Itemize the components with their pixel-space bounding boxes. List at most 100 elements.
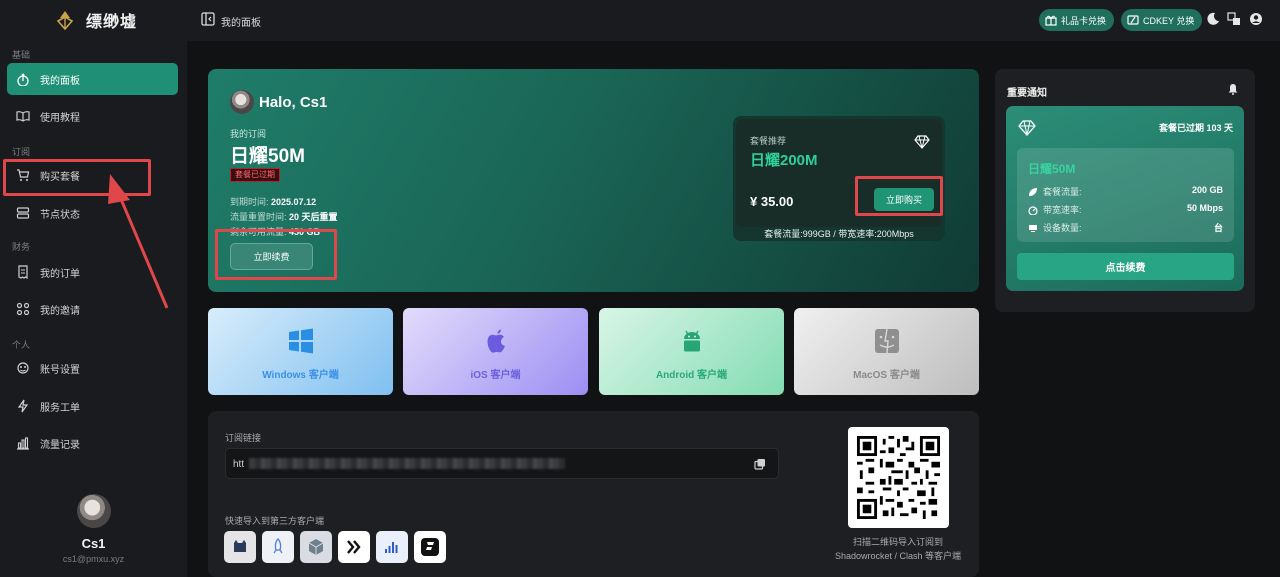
greeting: Halo, Cs1 bbox=[259, 94, 328, 111]
client-label: iOS 客户端 bbox=[470, 370, 521, 381]
notice-row-traffic: 套餐流量: 200 GB bbox=[1028, 185, 1223, 198]
sidebar-item-label: 流量记录 bbox=[40, 439, 80, 451]
receipt-icon bbox=[18, 265, 28, 279]
bolt-icon bbox=[17, 399, 29, 413]
sidebar-item-account-settings[interactable]: 账号设置 bbox=[7, 352, 178, 384]
client-label: Windows 客户端 bbox=[262, 370, 339, 381]
section-label-subscribe: 订阅 bbox=[12, 147, 31, 157]
avatar[interactable] bbox=[76, 494, 111, 528]
brand-name: 缥缈墟 bbox=[86, 14, 138, 31]
section-label-basic: 基础 bbox=[12, 50, 31, 60]
windows-client-card[interactable]: Windows 客户端 bbox=[208, 308, 393, 395]
expired-days-text: 套餐已过期 103 天 bbox=[1158, 123, 1233, 133]
sidebar-item-dashboard[interactable]: 我的面板 bbox=[7, 63, 178, 95]
notice-title: 重要通知 bbox=[1007, 88, 1047, 99]
macos-client-card[interactable]: MacOS 客户端 bbox=[794, 308, 979, 395]
finder-icon bbox=[874, 328, 899, 354]
sidebar-item-tutorial[interactable]: 使用教程 bbox=[7, 100, 178, 132]
quick-import-label: 快速导入到第三方客户端 bbox=[225, 516, 325, 526]
redacted-link bbox=[249, 458, 565, 469]
click-renew-button[interactable]: 点击续费 bbox=[1017, 253, 1234, 280]
import-stash-button[interactable] bbox=[376, 531, 408, 563]
qr-caption: 扫描二维码导入订阅到 Shadowrocket / Clash 等客户端 bbox=[818, 535, 978, 563]
sidebar-collapse-icon[interactable] bbox=[201, 12, 215, 26]
import-shadowrocket-button[interactable] bbox=[262, 531, 294, 563]
reset-info: 流量重置时间: 20 天后重置 bbox=[230, 212, 338, 222]
sidebar-item-tickets[interactable]: 服务工单 bbox=[7, 390, 178, 422]
dark-mode-icon[interactable] bbox=[1206, 12, 1220, 26]
rocket-icon bbox=[273, 538, 283, 554]
copy-icon[interactable] bbox=[754, 458, 766, 470]
user-menu-icon[interactable] bbox=[1249, 12, 1263, 26]
subscription-link-text: htt bbox=[233, 459, 245, 470]
sidebar-item-label: 我的订单 bbox=[40, 268, 80, 280]
sidebar-item-label: 我的邀请 bbox=[40, 305, 80, 317]
android-client-card[interactable]: Android 客户端 bbox=[599, 308, 784, 395]
brand[interactable]: 缥缈墟 bbox=[54, 8, 137, 32]
loon-icon bbox=[421, 538, 439, 556]
device-icon bbox=[1029, 224, 1037, 232]
recommend-label: 套餐推荐 bbox=[750, 136, 787, 146]
sidebar-item-label: 使用教程 bbox=[40, 112, 80, 124]
notice-row-bandwidth: 带宽速率: 50 Mbps bbox=[1028, 203, 1223, 216]
import-surge-button[interactable] bbox=[338, 531, 370, 563]
profile-username: Cs1 bbox=[81, 536, 106, 551]
speed-icon bbox=[1028, 205, 1038, 215]
notice-row-devices: 设备数量: 台 bbox=[1028, 221, 1223, 234]
gift-card-button[interactable]: 礼品卡兑换 bbox=[1039, 9, 1115, 31]
qr-code-icon bbox=[857, 436, 940, 519]
notice-plan-box: 日耀50M 套餐流量: 200 GB 带宽速率: 50 Mbps 设备数量: 台 bbox=[1017, 148, 1234, 242]
status-badge: 套餐已过期 bbox=[230, 168, 280, 182]
my-subscription-label: 我的订阅 bbox=[230, 129, 267, 139]
cat-icon bbox=[234, 540, 246, 552]
bar-chart-icon bbox=[17, 437, 29, 450]
cube-icon bbox=[308, 539, 324, 555]
user-profile[interactable]: Cs1 cs1@pmxu.xyz bbox=[0, 494, 187, 564]
brand-logo-icon bbox=[56, 11, 74, 31]
notice-card: 套餐已过期 103 天 日耀50M 套餐流量: 200 GB 带宽速率: 50 … bbox=[1006, 106, 1244, 291]
client-label: MacOS 客户端 bbox=[853, 370, 920, 381]
highlight-box-renew bbox=[215, 229, 337, 280]
avatar bbox=[230, 90, 254, 114]
gift-card-label: 礼品卡兑换 bbox=[1061, 15, 1107, 26]
import-clash-button[interactable] bbox=[224, 531, 256, 563]
important-notice-panel: 重要通知 套餐已过期 103 天 日耀50M 套餐流量: 200 GB 带宽速率… bbox=[995, 69, 1255, 312]
notice-plan-name: 日耀50M bbox=[1028, 162, 1076, 176]
client-label: Android 客户端 bbox=[655, 370, 728, 381]
top-header: 我的面板 礼品卡兑换 CDKEY 兑换 bbox=[187, 0, 1280, 41]
import-quantumult-button[interactable] bbox=[300, 531, 332, 563]
ios-client-card[interactable]: iOS 客户端 bbox=[403, 308, 588, 395]
sidebar-item-label: 节点状态 bbox=[40, 209, 80, 221]
server-icon bbox=[16, 207, 30, 219]
diamond-icon bbox=[914, 135, 930, 149]
recommend-plan-name: 日耀200M bbox=[750, 152, 818, 169]
language-icon[interactable] bbox=[1227, 12, 1241, 26]
import-loon-button[interactable] bbox=[414, 531, 446, 563]
sidebar-item-traffic-log[interactable]: 流量记录 bbox=[7, 427, 178, 459]
qr-caption-line-2: Shadowrocket / Clash 等客户端 bbox=[834, 551, 962, 561]
gift-icon bbox=[1045, 15, 1057, 26]
expire-info: 到期时间: 2025.07.12 bbox=[230, 197, 317, 207]
highlight-box-buy bbox=[855, 176, 943, 216]
apple-icon bbox=[487, 329, 505, 353]
subscription-link-panel: 订阅链接 htt 快速导入到第三方客户端 扫描二维码导入订阅到 Shadowro… bbox=[208, 411, 979, 577]
user-gear-icon bbox=[17, 362, 29, 374]
qr-caption-line-1: 扫描二维码导入订阅到 bbox=[852, 537, 943, 547]
diamond-icon bbox=[1018, 120, 1036, 136]
current-plan-name: 日耀50M bbox=[230, 146, 305, 167]
section-label-finance: 财务 bbox=[12, 242, 31, 252]
annotation-arrow-icon bbox=[108, 174, 169, 309]
sidebar-item-label: 账号设置 bbox=[40, 364, 80, 376]
bell-icon[interactable] bbox=[1227, 83, 1239, 95]
subscription-qr-code bbox=[848, 427, 949, 528]
recommend-price: ¥ 35.00 bbox=[750, 194, 794, 209]
book-icon bbox=[16, 111, 30, 122]
recommend-spec: 套餐流量:999GB / 带宽速率:200Mbps bbox=[764, 229, 914, 239]
profile-email: cs1@pmxu.xyz bbox=[62, 554, 125, 564]
subscription-link-field[interactable]: htt bbox=[225, 448, 779, 479]
leaf-icon bbox=[1029, 187, 1037, 196]
subscription-link-label: 订阅链接 bbox=[225, 433, 262, 443]
cdkey-button[interactable]: CDKEY 兑换 bbox=[1121, 9, 1203, 31]
android-icon bbox=[683, 330, 700, 352]
signal-bars-icon bbox=[385, 542, 398, 553]
